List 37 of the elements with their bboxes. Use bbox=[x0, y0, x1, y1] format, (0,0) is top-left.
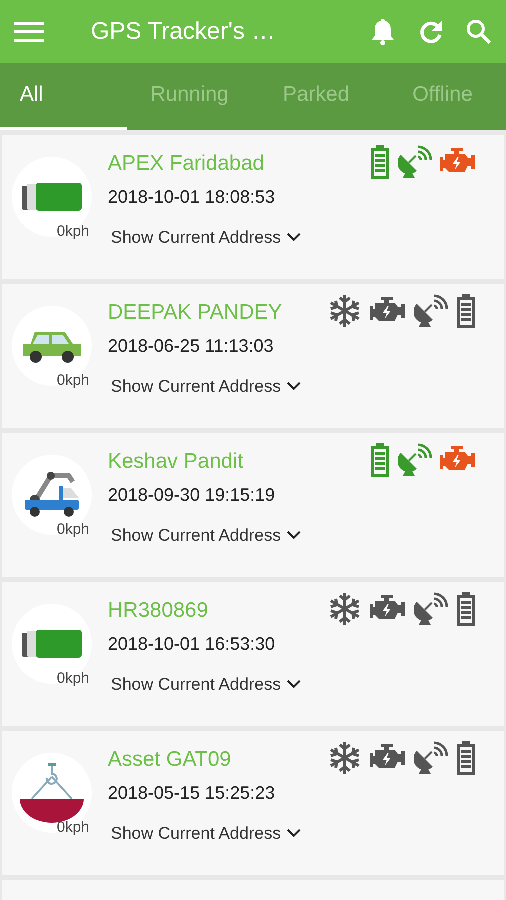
speed-label: 0kph bbox=[57, 371, 90, 391]
search-icon[interactable] bbox=[466, 18, 492, 44]
show-address-link[interactable]: Show Current Address bbox=[111, 523, 302, 548]
timestamp: 2018-09-30 19:15:19 bbox=[108, 484, 276, 507]
app-title: GPS Tracker's … bbox=[91, 16, 276, 46]
vehicle-card[interactable]: 0kph Asset GAT09 2018-05-15 15:25:23 Show Current Address bbox=[2, 731, 504, 875]
vehicle-name: APEX Faridabad bbox=[108, 151, 266, 177]
refresh-icon[interactable] bbox=[418, 18, 444, 44]
vehicle-name: HR380869 bbox=[108, 598, 210, 624]
timestamp: 2018-05-15 15:25:23 bbox=[108, 782, 276, 805]
chevron-down-icon bbox=[287, 382, 302, 392]
vehicle-card[interactable]: 0kph DEEPAK PANDEY 2018-06-25 11:13:03 Show Current Address bbox=[2, 284, 504, 428]
timestamp: 2018-06-25 11:13:03 bbox=[108, 335, 275, 358]
chevron-down-icon bbox=[287, 680, 302, 690]
chevron-down-icon bbox=[287, 233, 302, 242]
vehicle-card[interactable]: 0kph APEX Faridabad 2018-10-01 18:08:53 Show Current Address bbox=[2, 135, 504, 279]
show-address-link[interactable]: Show Current Address bbox=[111, 374, 302, 400]
menu-icon[interactable] bbox=[14, 20, 44, 42]
chevron-down-icon bbox=[287, 531, 302, 540]
vehicle-card[interactable]: 0kph Keshav Pandit 2018-09-30 19:15:19 Show Current Address bbox=[2, 433, 504, 577]
chevron-down-icon bbox=[287, 829, 302, 838]
timestamp: 2018-10-01 18:08:53 bbox=[108, 186, 276, 209]
bell-icon[interactable] bbox=[370, 18, 396, 46]
vehicle-card[interactable]: 0kph HR380869 2018-10-01 16:53:30 Show Current Address bbox=[2, 582, 504, 726]
show-address-link[interactable]: Show Current Address bbox=[111, 672, 302, 698]
speed-label: 0kph bbox=[57, 222, 90, 242]
hook-basket-icon bbox=[20, 763, 84, 823]
speed-label: 0kph bbox=[57, 520, 90, 540]
speed-label: 0kph bbox=[57, 669, 90, 689]
timestamp: 2018-10-01 16:53:30 bbox=[108, 633, 276, 656]
vehicle-name: DEEPAK PANDEY bbox=[108, 300, 284, 326]
crane-truck-icon bbox=[23, 470, 81, 520]
show-address-link[interactable]: Show Current Address bbox=[111, 821, 302, 846]
speed-label: 0kph bbox=[57, 818, 90, 838]
vehicle-name: Keshav Pandit bbox=[108, 449, 244, 475]
show-address-link[interactable]: Show Current Address bbox=[111, 225, 302, 250]
vehicle-name: Asset GAT09 bbox=[108, 747, 232, 773]
